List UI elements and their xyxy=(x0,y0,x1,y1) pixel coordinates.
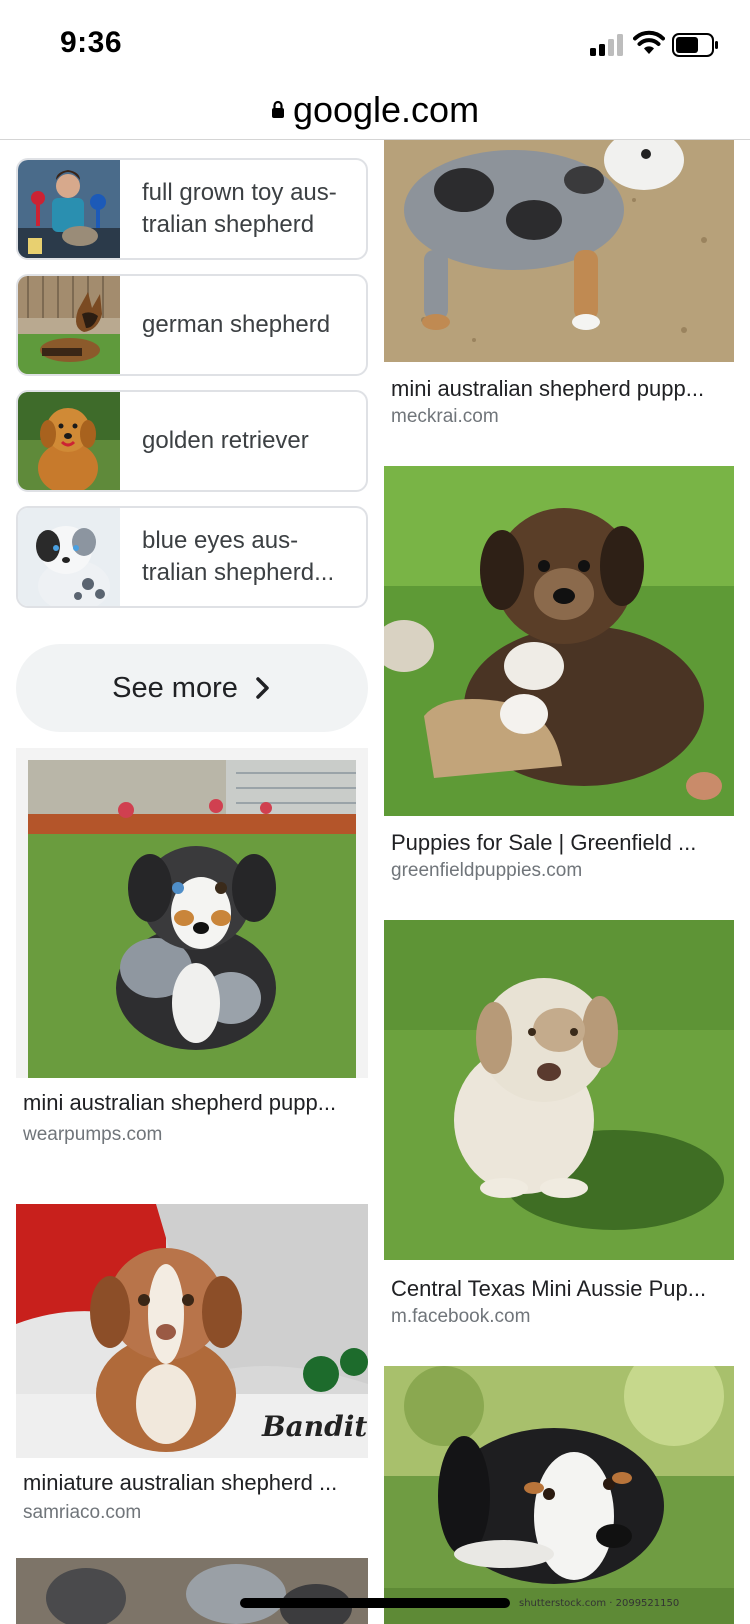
signature-text: Bandit xyxy=(261,1410,367,1443)
battery-icon xyxy=(672,33,718,57)
result-image[interactable] xyxy=(16,748,368,1078)
image-result[interactable]: Bandit miniature australian shepherd ...… xyxy=(16,1204,368,1534)
home-indicator[interactable] xyxy=(240,1598,510,1608)
result-source: meckrai.com xyxy=(391,406,499,427)
result-source: m.facebook.com xyxy=(391,1306,531,1327)
result-source: samriaco.com xyxy=(23,1502,142,1523)
related-search-label: german shepherd xyxy=(142,311,331,338)
image-result[interactable]: shutterstock.com · 2099521150 xyxy=(384,1366,734,1624)
related-search-label: full grown toy aus- tralian shepherd xyxy=(142,179,337,238)
result-title[interactable]: Central Texas Mini Aussie Pup... xyxy=(391,1276,727,1302)
result-title[interactable]: miniature australian shepherd ... xyxy=(23,1470,363,1496)
result-image[interactable] xyxy=(16,1558,368,1624)
result-image[interactable] xyxy=(384,466,734,816)
image-result[interactable] xyxy=(16,1558,368,1624)
related-thumbnail xyxy=(18,160,120,258)
image-result[interactable]: mini australian shepherd pupp... wearpum… xyxy=(16,748,368,1168)
related-search-card[interactable]: golden retriever xyxy=(16,390,368,492)
image-result[interactable]: Puppies for Sale | Greenfield ... greenf… xyxy=(384,466,734,886)
see-more-button[interactable]: See more xyxy=(16,644,368,732)
image-result[interactable]: mini australian shepherd pupp... meckrai… xyxy=(384,140,734,440)
result-title[interactable]: Puppies for Sale | Greenfield ... xyxy=(391,830,727,856)
related-search-card[interactable]: german shepherd xyxy=(16,274,368,376)
related-thumbnail xyxy=(18,392,120,490)
related-search-label: golden retriever xyxy=(142,427,309,454)
wifi-icon xyxy=(633,30,665,54)
result-image[interactable]: shutterstock.com · 2099521150 xyxy=(384,1366,734,1624)
related-search-card[interactable]: full grown toy aus- tralian shepherd xyxy=(16,158,368,260)
result-image[interactable] xyxy=(384,920,734,1260)
result-title[interactable]: mini australian shepherd pupp... xyxy=(23,1090,363,1116)
address-bar[interactable]: google.com xyxy=(0,88,750,140)
status-bar: 9:36 xyxy=(0,0,750,88)
result-source: greenfieldpuppies.com xyxy=(391,860,583,881)
image-result[interactable]: Central Texas Mini Aussie Pup... m.faceb… xyxy=(384,920,734,1330)
lock-icon xyxy=(271,100,284,118)
cellular-signal-icon xyxy=(590,34,623,56)
related-search-label: blue eyes aus- tralian shepherd... xyxy=(142,527,335,586)
watermark-text: shutterstock.com · 2099521150 xyxy=(519,1598,679,1609)
related-thumbnail xyxy=(18,276,120,374)
result-title[interactable]: mini australian shepherd pupp... xyxy=(391,376,727,402)
related-search-card[interactable]: blue eyes aus- tralian shepherd... xyxy=(16,506,368,608)
image-results: full grown toy aus- tralian shepherd ger… xyxy=(0,140,750,1624)
chevron-right-icon xyxy=(256,677,269,699)
status-time: 9:36 xyxy=(60,26,123,59)
result-source: wearpumps.com xyxy=(23,1124,163,1145)
related-thumbnail xyxy=(18,508,120,606)
url-text[interactable]: google.com xyxy=(293,89,479,131)
see-more-label: See more xyxy=(112,671,238,704)
result-image[interactable] xyxy=(384,140,734,362)
result-image[interactable]: Bandit xyxy=(16,1204,368,1458)
